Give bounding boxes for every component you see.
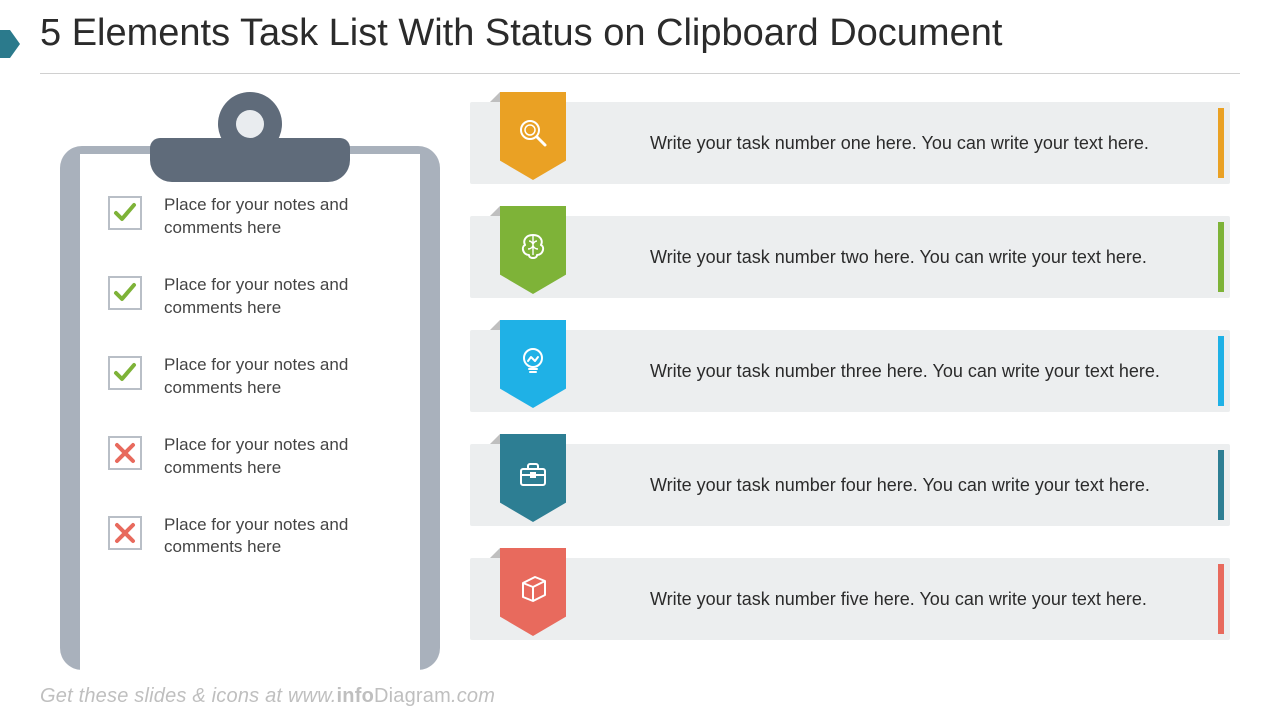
clipboard-item: Place for your notes and comments here — [108, 418, 392, 498]
task-text: Write your task number four here. You ca… — [650, 473, 1150, 497]
bulb-icon — [515, 343, 551, 379]
task-row-accent — [1218, 108, 1224, 178]
footer-brand-rest: Diagram — [374, 685, 451, 707]
footer-brand-bold: info — [337, 685, 374, 707]
cross-icon — [108, 436, 142, 470]
task-row: Write your task number three here. You c… — [470, 330, 1230, 412]
task-row-accent — [1218, 564, 1224, 634]
clipboard-clip-icon — [150, 138, 350, 182]
footer-suffix: .com — [451, 685, 495, 707]
task-row: Write your task number one here. You can… — [470, 102, 1230, 184]
clipboard-item-text: Place for your notes and comments here — [164, 434, 392, 480]
cross-icon — [108, 516, 142, 550]
task-row-accent — [1218, 336, 1224, 406]
clipboard-item: Place for your notes and comments here — [108, 178, 392, 258]
clipboard-item-text: Place for your notes and comments here — [164, 274, 392, 320]
task-row-accent — [1218, 450, 1224, 520]
briefcase-icon — [515, 457, 551, 493]
slide-title: 5 Elements Task List With Status on Clip… — [40, 12, 1240, 74]
task-badge — [500, 92, 566, 180]
task-badge — [500, 320, 566, 408]
task-text: Write your task number three here. You c… — [650, 359, 1160, 383]
magnifier-icon — [515, 115, 551, 151]
footer-text: Get these slides & icons at www. — [40, 685, 337, 707]
task-badge — [500, 434, 566, 522]
clipboard-item: Place for your notes and comments here — [108, 338, 392, 418]
task-row: Write your task number four here. You ca… — [470, 444, 1230, 526]
clipboard-item: Place for your notes and comments here — [108, 498, 392, 578]
task-text: Write your task number five here. You ca… — [650, 587, 1147, 611]
task-row: Write your task number two here. You can… — [470, 216, 1230, 298]
clipboard-item-text: Place for your notes and comments here — [164, 514, 392, 560]
brain-icon — [515, 229, 551, 265]
task-badge — [500, 206, 566, 294]
cube-icon — [515, 571, 551, 607]
footer-credit: Get these slides & icons at www.infoDiag… — [40, 685, 495, 708]
check-icon — [108, 356, 142, 390]
clipboard-item-text: Place for your notes and comments here — [164, 354, 392, 400]
clipboard-item: Place for your notes and comments here — [108, 258, 392, 338]
clipboard: Place for your notes and comments here Pl… — [60, 110, 440, 670]
task-row-accent — [1218, 222, 1224, 292]
check-icon — [108, 276, 142, 310]
task-text: Write your task number two here. You can… — [650, 245, 1147, 269]
clipboard-paper: Place for your notes and comments here Pl… — [80, 154, 420, 700]
clipboard-item-text: Place for your notes and comments here — [164, 194, 392, 240]
task-badge — [500, 548, 566, 636]
task-row: Write your task number five here. You ca… — [470, 558, 1230, 640]
title-accent — [0, 30, 10, 58]
task-list: Write your task number one here. You can… — [470, 102, 1230, 640]
check-icon — [108, 196, 142, 230]
task-text: Write your task number one here. You can… — [650, 131, 1149, 155]
